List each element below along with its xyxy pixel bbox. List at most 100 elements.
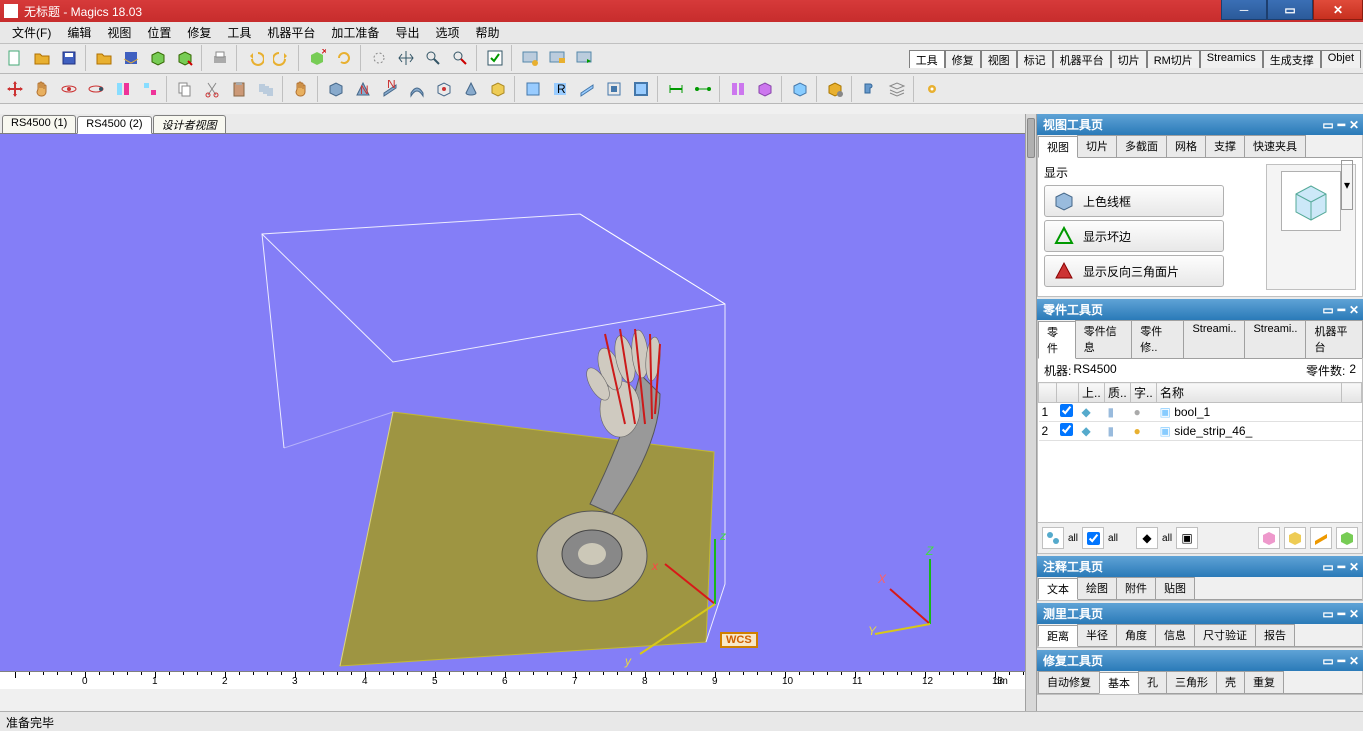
view-tab-fixture[interactable]: 快速夹具: [1244, 135, 1306, 157]
close-panel-icon[interactable]: ✕: [1349, 607, 1359, 621]
parts-tab-fix[interactable]: 零件修..: [1131, 320, 1184, 358]
copy-icon[interactable]: [172, 76, 198, 102]
measure-tab-report[interactable]: 报告: [1255, 624, 1295, 646]
row-visible-checkbox[interactable]: [1060, 423, 1073, 436]
scene-tab-2[interactable]: RS4500 (2): [77, 116, 151, 134]
close-panel-icon[interactable]: ✕: [1349, 560, 1359, 574]
fix-tab-shell[interactable]: 壳: [1216, 671, 1245, 693]
box-yellow-icon[interactable]: [485, 76, 511, 102]
surface-btn[interactable]: [1310, 527, 1332, 549]
save-icon[interactable]: [56, 45, 82, 71]
panel-measure-header[interactable]: 测里工具页 ▭━✕: [1037, 603, 1363, 624]
shape-triangle-icon[interactable]: N: [350, 76, 376, 102]
menu-file[interactable]: 文件(F): [4, 22, 59, 43]
gear-icon[interactable]: [919, 76, 945, 102]
parts-tab-machine[interactable]: 机器平台: [1305, 320, 1363, 358]
menu-tools[interactable]: 工具: [219, 22, 259, 43]
package-add-icon[interactable]: [145, 45, 171, 71]
measure-tab-info[interactable]: 信息: [1155, 624, 1195, 646]
platform-icon[interactable]: [822, 76, 848, 102]
new-file-icon[interactable]: [2, 45, 28, 71]
puzzle-icon[interactable]: [857, 76, 883, 102]
paste-icon[interactable]: [226, 76, 252, 102]
annot-tab-attach[interactable]: 附件: [1116, 577, 1156, 599]
pin-icon[interactable]: ▭: [1322, 303, 1333, 317]
close-button[interactable]: ✕: [1313, 0, 1363, 20]
measure-split-icon[interactable]: [663, 76, 689, 102]
view-tab-slice[interactable]: 切片: [1077, 135, 1117, 157]
ops4-icon[interactable]: [601, 76, 627, 102]
parts-tab-stream1[interactable]: Streami..: [1183, 320, 1245, 358]
close-panel-icon[interactable]: ✕: [1349, 303, 1359, 317]
view-tab-view[interactable]: 视图: [1038, 136, 1078, 158]
menu-view[interactable]: 视图: [99, 22, 139, 43]
annot-tab-texture[interactable]: 贴图: [1155, 577, 1195, 599]
scene-layout-icon[interactable]: [544, 45, 570, 71]
minimize-panel-icon[interactable]: ━: [1338, 118, 1345, 132]
minimize-panel-icon[interactable]: ━: [1338, 607, 1345, 621]
measure-dist-icon[interactable]: [690, 76, 716, 102]
close-panel-icon[interactable]: ✕: [1349, 654, 1359, 668]
redo-icon[interactable]: [269, 45, 295, 71]
measure-tab-radius[interactable]: 半径: [1077, 624, 1117, 646]
col-qual[interactable]: 质..: [1105, 383, 1131, 403]
align2-icon[interactable]: [137, 76, 163, 102]
material-icon[interactable]: [787, 76, 813, 102]
display-inverted[interactable]: 显示反向三角面片: [1044, 255, 1224, 287]
minimize-panel-icon[interactable]: ━: [1338, 654, 1345, 668]
panel-fix-header[interactable]: 修复工具页 ▭━✕: [1037, 650, 1363, 671]
parts-tab-info[interactable]: 零件信息: [1075, 320, 1133, 358]
menu-machine[interactable]: 机器平台: [259, 22, 323, 43]
select-all-btn[interactable]: [1042, 527, 1064, 549]
ctab-mark[interactable]: 标记: [1017, 50, 1053, 68]
open-file-icon[interactable]: [29, 45, 55, 71]
side-splitter[interactable]: [1025, 114, 1037, 712]
shape-plane-icon[interactable]: N: [377, 76, 403, 102]
row-visible-checkbox[interactable]: [1060, 404, 1073, 417]
menu-fix[interactable]: 修复: [179, 22, 219, 43]
view-cube-thumbnail[interactable]: [1281, 171, 1341, 231]
measure-tab-dim[interactable]: 尺寸验证: [1194, 624, 1256, 646]
fix-tab-auto[interactable]: 自动修复: [1038, 671, 1100, 693]
col-top[interactable]: 上..: [1079, 383, 1105, 403]
move-icon[interactable]: [2, 76, 28, 102]
refresh-icon[interactable]: [331, 45, 357, 71]
layers-icon[interactable]: [884, 76, 910, 102]
box-yellow-btn[interactable]: [1284, 527, 1306, 549]
zoom-icon[interactable]: [420, 45, 446, 71]
ops2-icon[interactable]: R: [547, 76, 573, 102]
shape-cube-icon[interactable]: [323, 76, 349, 102]
menu-export[interactable]: 导出: [387, 22, 427, 43]
open-project-icon[interactable]: [91, 45, 117, 71]
pin-icon[interactable]: ▭: [1322, 560, 1333, 574]
fix-tab-basic[interactable]: 基本: [1099, 672, 1139, 694]
menu-help[interactable]: 帮助: [467, 22, 507, 43]
ctab-support[interactable]: 生成支撑: [1263, 50, 1321, 68]
ops5-icon[interactable]: [628, 76, 654, 102]
add-green-btn[interactable]: [1336, 527, 1358, 549]
check-all-btn[interactable]: [1082, 527, 1104, 549]
maximize-button[interactable]: ▭: [1267, 0, 1313, 20]
viewport-3d[interactable]: x y z X Y Z WCS: [0, 134, 1025, 671]
view-tab-multi[interactable]: 多截面: [1116, 135, 1167, 157]
measure-tab-angle[interactable]: 角度: [1116, 624, 1156, 646]
parts-tab-parts[interactable]: 零件: [1038, 321, 1076, 359]
check-icon[interactable]: [482, 45, 508, 71]
ctab-objet[interactable]: Objet: [1321, 50, 1361, 68]
minimize-button[interactable]: ─: [1221, 0, 1267, 20]
measure-tab-dist[interactable]: 距离: [1038, 625, 1078, 647]
shape-cone-icon[interactable]: [458, 76, 484, 102]
print-icon[interactable]: [207, 45, 233, 71]
package-remove-icon[interactable]: [172, 45, 198, 71]
new-scene-icon[interactable]: [517, 45, 543, 71]
view-cube-dropdown[interactable]: ▾: [1341, 160, 1353, 210]
rotate-view-icon[interactable]: [366, 45, 392, 71]
ops3-icon[interactable]: [574, 76, 600, 102]
pin-icon[interactable]: ▭: [1322, 654, 1333, 668]
parts-table[interactable]: 上.. 质.. 字.. 名称 1 ◆ ▮ ● ▣ bool_1: [1038, 382, 1362, 441]
ctab-rmslice[interactable]: RM切片: [1147, 50, 1200, 68]
table-row[interactable]: 2 ◆ ▮ ● ▣ side_strip_46_: [1039, 422, 1362, 441]
ctab-slice[interactable]: 切片: [1111, 50, 1147, 68]
hand2-icon[interactable]: [288, 76, 314, 102]
minimize-panel-icon[interactable]: ━: [1338, 560, 1345, 574]
